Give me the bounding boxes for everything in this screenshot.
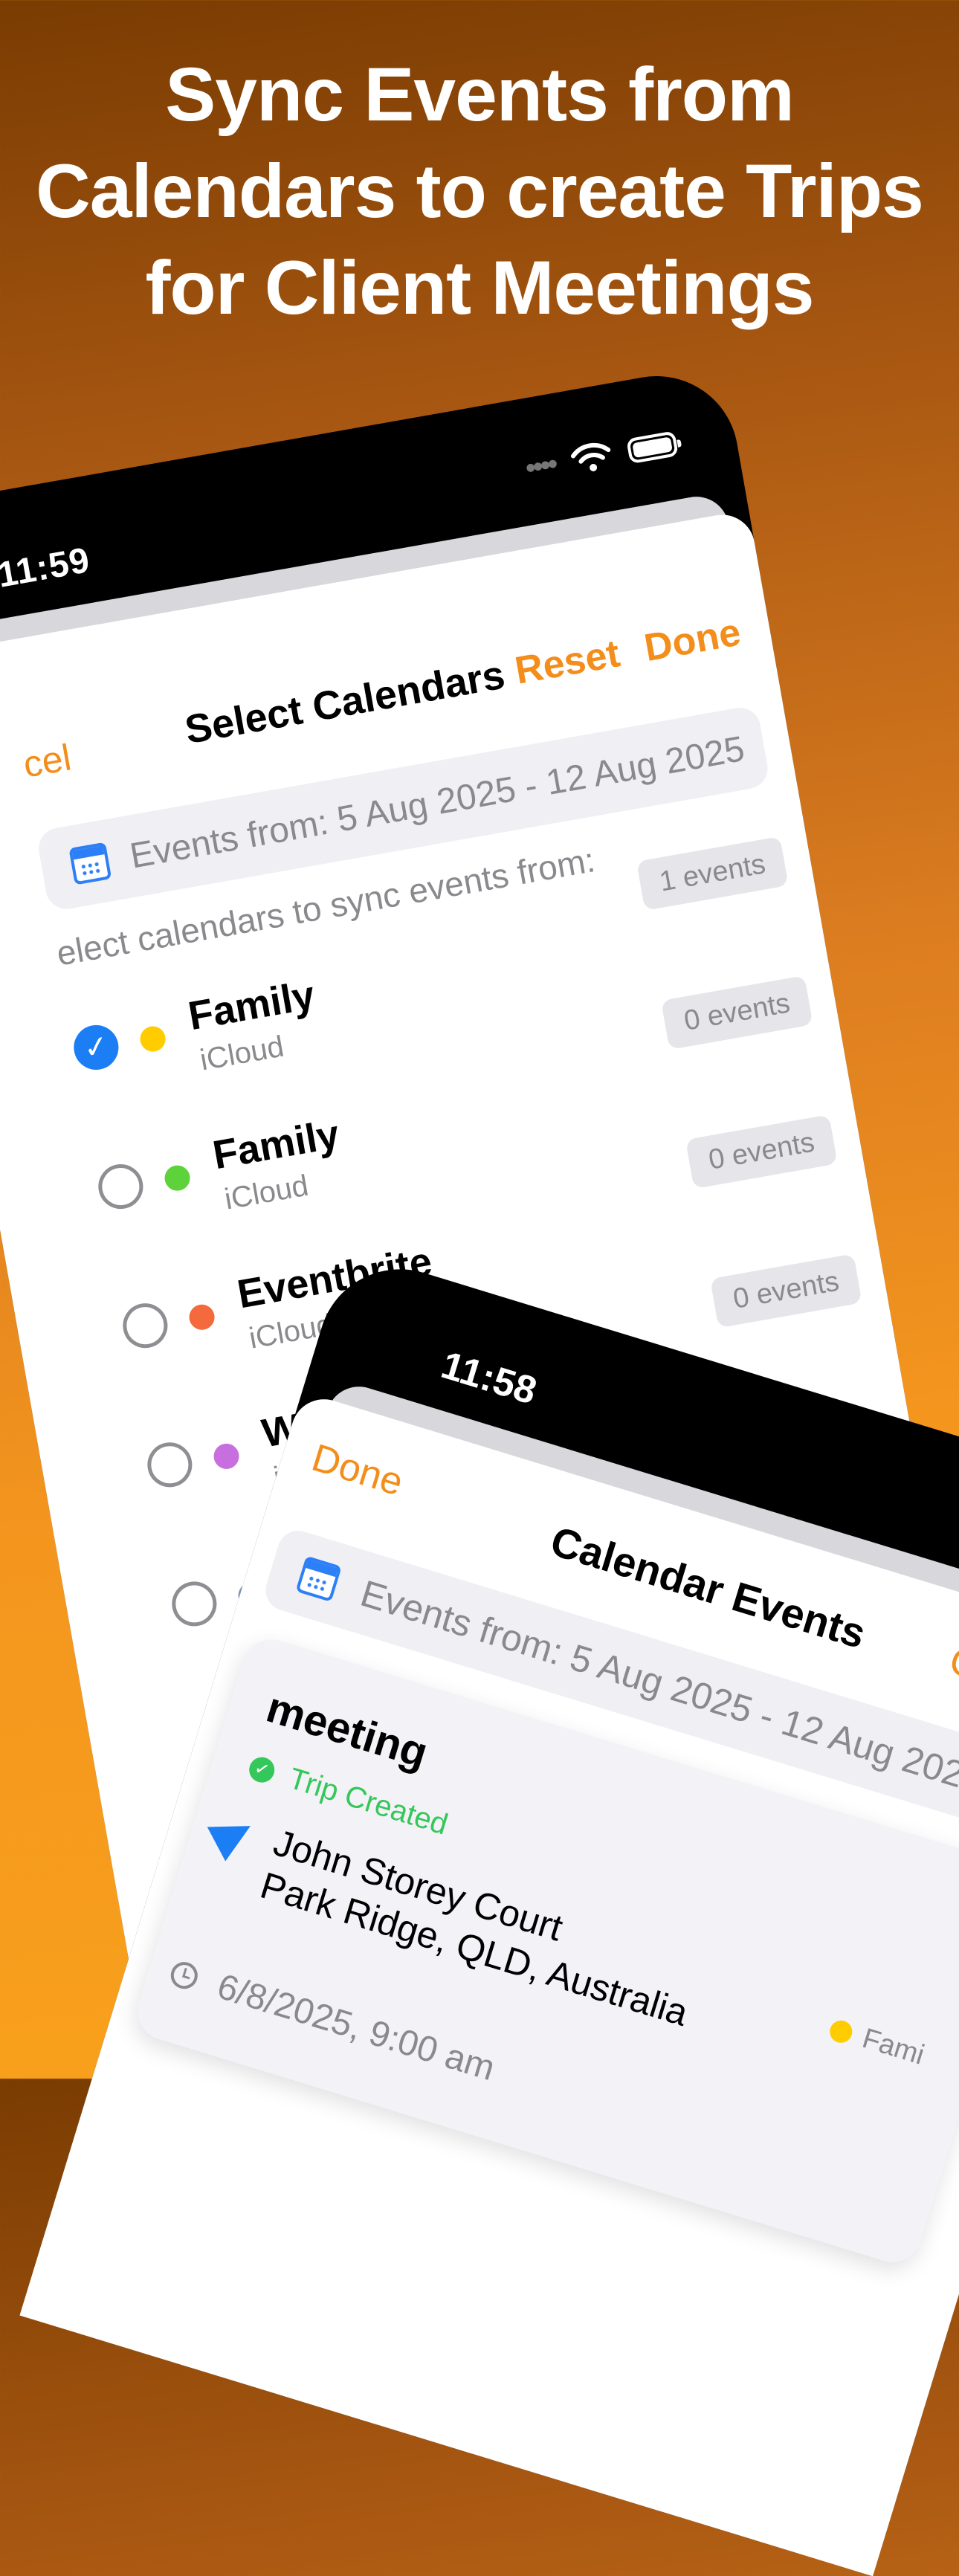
headline-line-2: Calendars to create Trips xyxy=(36,149,924,233)
date-range-text: Events from: 5 Aug 2025 - 12 Aug 2025 xyxy=(126,729,748,877)
checkbox-icon[interactable] xyxy=(143,1439,196,1491)
reset-button[interactable]: Reset xyxy=(511,631,623,694)
calendar-color-dot xyxy=(162,1163,193,1193)
event-count-badge: 1 events xyxy=(636,836,789,911)
calendar-color-dot xyxy=(187,1302,217,1332)
status-time: 11:59 xyxy=(0,540,94,595)
calendar-name: Family xyxy=(184,972,318,1039)
headline-line-1: Sync Events from xyxy=(165,52,795,137)
checkbox-icon[interactable] xyxy=(168,1578,221,1630)
signal-icon: •••• xyxy=(523,448,558,485)
status-icons: •••• xyxy=(523,426,679,485)
calendar-name: Family xyxy=(209,1111,343,1178)
calendar-icon xyxy=(295,1555,342,1602)
event-time: 6/8/2025, 9:00 am xyxy=(166,1952,500,2089)
battery-icon xyxy=(626,430,679,464)
checkbox-icon[interactable] xyxy=(119,1300,172,1352)
wifi-icon xyxy=(570,442,611,471)
calendar-color-dot xyxy=(211,1442,242,1471)
calendar-icon xyxy=(68,842,112,885)
checkbox-icon[interactable] xyxy=(94,1161,147,1213)
clock-icon xyxy=(167,1958,201,1992)
checkmark-circle-icon: ✓ xyxy=(246,1753,278,1786)
event-datetime: 6/8/2025, 9:00 am xyxy=(213,1966,500,2089)
headline: Sync Events from Calendars to create Tri… xyxy=(0,46,959,336)
location-arrow-icon xyxy=(207,1809,260,1862)
done-button[interactable]: Done xyxy=(641,610,743,671)
status-time: 11:58 xyxy=(436,1343,542,1413)
checkbox-checked-icon[interactable]: ✓ xyxy=(70,1021,123,1074)
calendar-color-dot xyxy=(827,2017,856,2046)
calendar-color-dot xyxy=(138,1024,168,1054)
event-calendar: Fami xyxy=(826,2012,928,2071)
headline-line-3: for Client Meetings xyxy=(145,245,814,330)
done-button[interactable]: Done xyxy=(307,1436,408,1505)
cancel-button[interactable]: Ca xyxy=(944,1638,959,1695)
event-calendar-name: Fami xyxy=(859,2022,929,2071)
